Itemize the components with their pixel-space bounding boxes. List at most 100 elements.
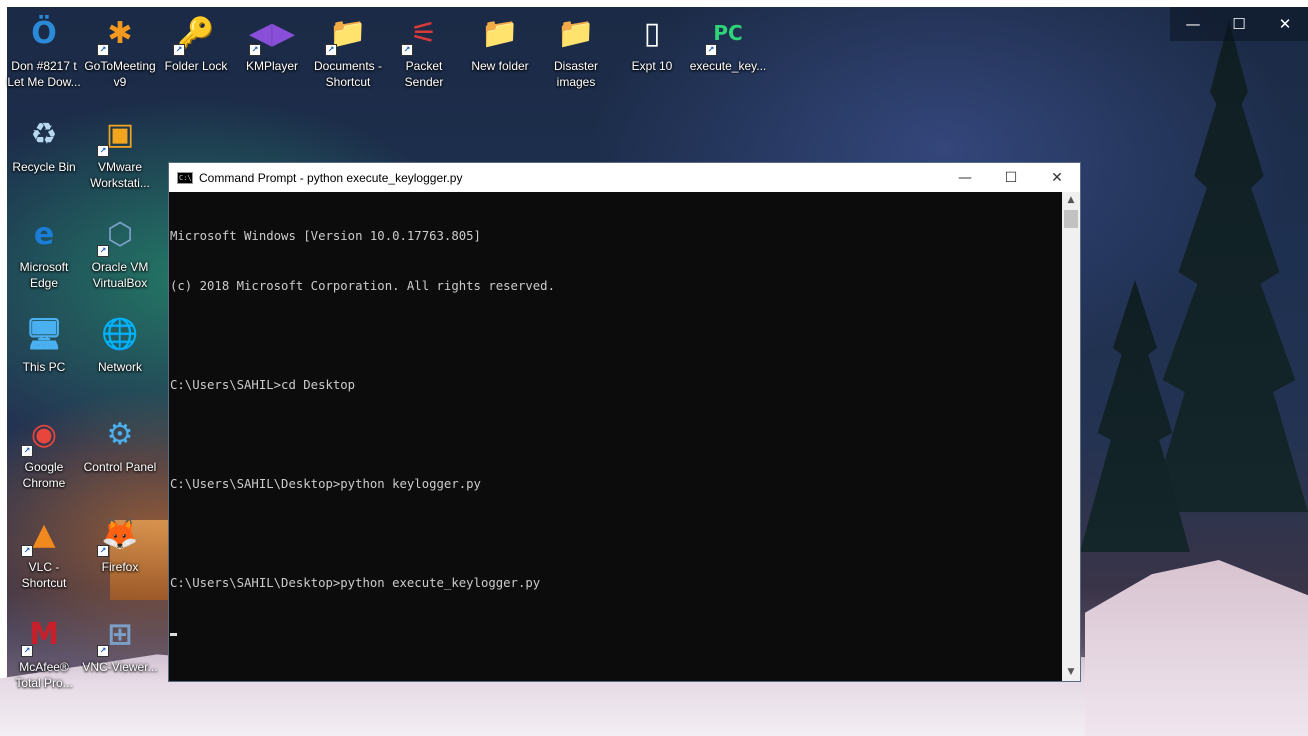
cmd-vertical-scrollbar[interactable]: ▲ ▼ (1062, 192, 1080, 681)
console-cursor-line (170, 624, 1062, 641)
disaster-images-icon: 📁 (557, 15, 595, 51)
execute-key-icon: PC ↗ (705, 12, 749, 56)
shortcut-arrow-icon: ↗ (21, 645, 33, 657)
shortcut-arrow-icon: ↗ (249, 44, 261, 56)
shortcut-arrow-icon: ↗ (97, 245, 109, 257)
scroll-thumb[interactable] (1064, 210, 1078, 228)
packet-sender-icon: ⚟ ↗ (401, 12, 445, 56)
desktop-shortcut[interactable]: ✱ ↗ GoToMeeting v9 (81, 12, 159, 90)
desktop-shortcut[interactable]: ◀▶ ↗ KMPlayer (233, 12, 311, 74)
desktop-shortcut[interactable]: M ↗ McAfee® Total Pro... (5, 613, 83, 691)
desktop-shortcut[interactable]: ♻ Recycle Bin (5, 113, 83, 175)
desktop-icon-label: Documents - Shortcut (313, 59, 383, 89)
vnc-viewer-icon: ⊞ ↗ (97, 613, 141, 657)
command-prompt-window[interactable]: C:\ Command Prompt - python execute_keyl… (169, 163, 1080, 681)
desktop-icon-label: Oracle VM VirtualBox (91, 260, 149, 290)
console-line: C:\Users\SAHIL>cd Desktop (170, 377, 356, 392)
frame-edge-top (0, 0, 1308, 7)
outer-minimize-button[interactable]: — (1170, 7, 1216, 41)
desktop-shortcut[interactable]: ⊞ ↗ VNC-Viewer... (81, 613, 159, 675)
desktop-shortcut[interactable]: ◉ ↗ Google Chrome (5, 413, 83, 491)
desktop-icon-label: KMPlayer (245, 59, 298, 73)
shortcut-arrow-icon: ↗ (97, 44, 109, 56)
desktop-icon-label: GoToMeeting v9 (84, 59, 156, 89)
scroll-down-arrow-icon[interactable]: ▼ (1062, 664, 1080, 681)
desktop-shortcut[interactable]: 🦊 ↗ Firefox (81, 513, 159, 575)
cmd-titlebar[interactable]: C:\ Command Prompt - python execute_keyl… (169, 163, 1080, 192)
gotomeeting-icon: ✱ ↗ (97, 12, 141, 56)
outer-maximize-button[interactable]: ☐ (1216, 7, 1262, 41)
desktop-icon-label: Recycle Bin (12, 160, 76, 174)
shortcut-arrow-icon: ↗ (97, 545, 109, 557)
documents-shortcut-icon: 📁 ↗ (325, 12, 369, 56)
console-line: C:\Users\SAHIL\Desktop>python keylogger.… (170, 476, 481, 491)
desktop-shortcut[interactable]: e Microsoft Edge (5, 213, 83, 291)
desktop-icon-label: This PC (22, 360, 66, 374)
folder-lock-icon: 🔑 ↗ (173, 12, 217, 56)
shortcut-arrow-icon: ↗ (325, 44, 337, 56)
desktop-shortcut[interactable]: 📁 Disaster images (537, 12, 615, 90)
desktop-icon-label: Network (97, 360, 142, 374)
desktop-shortcut[interactable]: PC ↗ execute_key... (689, 12, 767, 74)
cmd-app-icon: C:\ (177, 171, 193, 184)
firefox-icon: 🦊 ↗ (97, 513, 141, 557)
shortcut-arrow-icon: ↗ (173, 44, 185, 56)
desktop-icon-label: Firefox (101, 560, 139, 574)
desktop-icon-label: VNC-Viewer... (82, 660, 158, 674)
desktop-shortcut[interactable]: ▣ ↗ VMware Workstati... (81, 113, 159, 191)
desktop-shortcut[interactable]: 📁 ↗ Documents - Shortcut (309, 12, 387, 90)
cmd-maximize-button[interactable]: ☐ (988, 163, 1034, 192)
desktop-shortcut[interactable]: ⚟ ↗ Packet Sender (385, 12, 463, 90)
scroll-up-arrow-icon[interactable]: ▲ (1062, 192, 1080, 209)
outer-close-button[interactable]: ✕ (1262, 7, 1308, 41)
this-pc-icon: 🖥 (24, 316, 64, 352)
vlc-shortcut-icon: ▲ ↗ (21, 513, 65, 557)
expt-10-icon: ▯ (643, 15, 661, 51)
desktop-icon-label: McAfee® Total Pro... (15, 660, 73, 690)
cmd-minimize-button[interactable]: — (942, 163, 988, 192)
desktop-icon-label: execute_key... (689, 59, 767, 73)
dont-let-me-down-icon: Ö (31, 15, 57, 51)
kmplayer-icon: ◀▶ ↗ (248, 15, 296, 56)
desktop-icon-label: VLC - Shortcut (21, 560, 67, 590)
vmware-workstation-icon: ▣ ↗ (97, 113, 141, 157)
cmd-window-title: Command Prompt - python execute_keylogge… (199, 170, 463, 185)
console-line: C:\Users\SAHIL\Desktop>python execute_ke… (170, 575, 541, 590)
desktop-shortcut[interactable]: 📁 New folder (461, 12, 539, 74)
desktop-icon-label: New folder (471, 59, 529, 73)
new-folder-icon: 📁 (481, 15, 519, 51)
desktop-icon-label: Microsoft Edge (19, 260, 69, 290)
mcafee-icon: M ↗ (21, 613, 65, 657)
desktop-icon-label: Google Chrome (22, 460, 66, 490)
network-icon: 🌐 (101, 316, 139, 352)
desktop-shortcut[interactable]: 🌐 Network (81, 313, 159, 375)
desktop-icon-label: Packet Sender (404, 59, 444, 89)
desktop-icon-label: VMware Workstati... (90, 160, 150, 190)
outer-window-controls: — ☐ ✕ (1170, 7, 1308, 41)
desktop-icon-label: Folder Lock (164, 59, 228, 73)
desktop-shortcut[interactable]: ⚙ Control Panel (81, 413, 159, 475)
desktop-shortcut[interactable]: ▲ ↗ VLC - Shortcut (5, 513, 83, 591)
wallpaper-snow-drift (1085, 560, 1308, 736)
desktop-icon-label: Don #8217 t Let Me Dow... (7, 59, 81, 89)
desktop-shortcut[interactable]: 🖥 This PC (5, 313, 83, 375)
desktop-shortcut[interactable]: Ö Don #8217 t Let Me Dow... (5, 12, 83, 90)
cmd-close-button[interactable]: ✕ (1034, 163, 1080, 192)
shortcut-arrow-icon: ↗ (401, 44, 413, 56)
shortcut-arrow-icon: ↗ (21, 445, 33, 457)
control-panel-icon: ⚙ (106, 416, 134, 452)
desktop-shortcut[interactable]: ⬡ ↗ Oracle VM VirtualBox (81, 213, 159, 291)
console-line: (c) 2018 Microsoft Corporation. All righ… (170, 278, 555, 293)
desktop-shortcut[interactable]: ▯ Expt 10 (613, 12, 691, 74)
shortcut-arrow-icon: ↗ (97, 145, 109, 157)
shortcut-arrow-icon: ↗ (97, 645, 109, 657)
desktop-icon-label: Disaster images (553, 59, 598, 89)
desktop-shortcut[interactable]: 🔑 ↗ Folder Lock (157, 12, 235, 74)
cmd-console-output[interactable]: Microsoft Windows [Version 10.0.17763.80… (169, 192, 1062, 681)
oracle-virtualbox-icon: ⬡ ↗ (97, 213, 141, 257)
google-chrome-icon: ◉ ↗ (21, 413, 65, 457)
recycle-bin-icon: ♻ (30, 116, 58, 152)
